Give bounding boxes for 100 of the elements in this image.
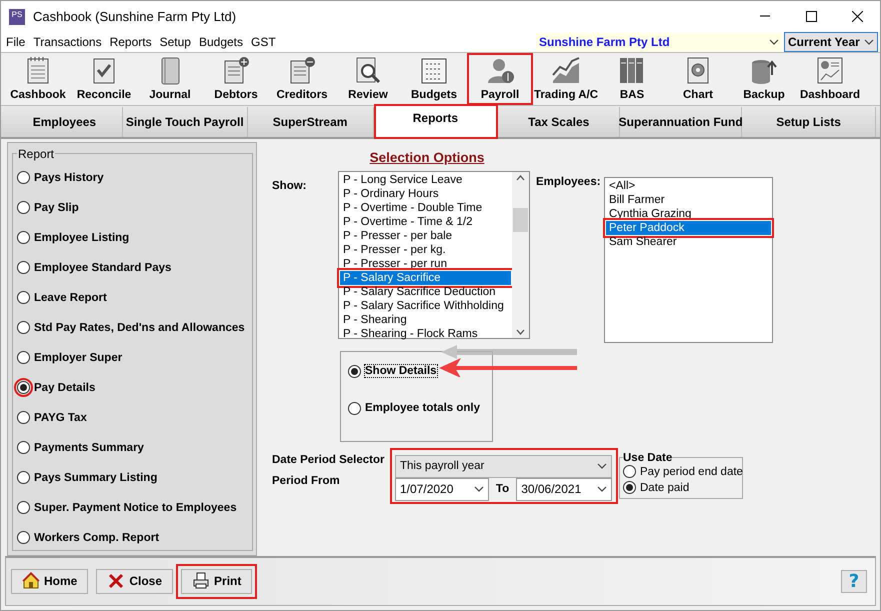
toolbar-button[interactable]: Trading A/C	[533, 53, 599, 106]
radio-label[interactable]: Super. Payment Notice to Employees	[34, 502, 237, 514]
toolbar-button[interactable]: Home	[11, 568, 88, 594]
printer-icon	[192, 572, 210, 590]
menu-item[interactable]: Reports	[104, 35, 155, 49]
toolbar-button[interactable]: Chart	[665, 53, 731, 106]
radio-label[interactable]: Workers Comp. Report	[34, 532, 160, 544]
menu-item[interactable]: GST	[246, 35, 279, 49]
dropdown-caret-icon	[769, 39, 779, 45]
toolbar-button[interactable]: Creditors	[269, 53, 335, 106]
radio-button[interactable]	[17, 441, 30, 454]
year-dropdown[interactable]: Current Year	[784, 32, 878, 52]
tab[interactable]: Tax Scales	[498, 106, 620, 137]
radio-label[interactable]: Employee Standard Pays	[34, 262, 172, 274]
radio-label[interactable]: PAYG Tax	[34, 412, 87, 424]
list-item[interactable]: P - Salary Sacrifice Deduction	[340, 284, 511, 299]
list-item[interactable]: P - Overtime - Double Time	[340, 200, 511, 215]
scroll-down-icon	[516, 328, 525, 335]
radio-label[interactable]: Show Details	[365, 365, 437, 378]
list-item[interactable]: Sam Shearer	[606, 234, 771, 249]
menu-item[interactable]: Setup	[154, 35, 194, 49]
toolbar-button[interactable]: Dashboard	[797, 53, 863, 106]
radio-label[interactable]: Employer Super	[34, 352, 122, 364]
field-label: Employees:	[536, 176, 602, 190]
list-box[interactable]: <All> Bill Farmer Cynthia Grazing Peter Paddock Sam Shearer	[604, 176, 773, 343]
list-item[interactable]: P - Salary Sacrifice	[340, 270, 511, 285]
list-item[interactable]: P - Ordinary Hours	[340, 186, 511, 201]
radio-button[interactable]	[17, 261, 30, 274]
maximize-icon	[806, 11, 816, 22]
toolbar-button[interactable]: Review	[335, 53, 401, 106]
radio-label[interactable]: Pays History	[34, 172, 104, 184]
list-item[interactable]: <All>	[606, 178, 771, 193]
radio-button[interactable]	[17, 291, 30, 304]
radio-button[interactable]	[17, 231, 30, 244]
period-dropdown[interactable]: This payroll year	[395, 454, 612, 478]
date-field[interactable]: 30/06/2021	[516, 478, 612, 501]
toolbar-button[interactable]: Reconcile	[71, 53, 137, 106]
radio-label[interactable]: Pay period end date	[640, 466, 743, 478]
toolbar-button[interactable]: BAS	[599, 53, 665, 106]
company-dropdown[interactable]: Sunshine Farm Pty Ltd	[536, 32, 782, 52]
radio-button[interactable]	[348, 364, 361, 378]
list-item[interactable]: P - Shearing - Flock Rams	[340, 326, 511, 341]
radio-label[interactable]: Leave Report	[34, 292, 107, 304]
radio-label[interactable]: Employee Listing	[34, 232, 130, 244]
toolbar-button[interactable]: Backup	[731, 53, 797, 106]
list-item[interactable]: P - Presser - per bale	[340, 228, 511, 243]
app-icon: PS	[9, 8, 25, 24]
field-label: Show:	[272, 180, 308, 194]
toolbar-button[interactable]: Close	[96, 568, 174, 594]
tab[interactable]: Superannuation Fund	[620, 106, 742, 137]
radio-button[interactable]	[17, 531, 30, 544]
field-label: To	[494, 483, 510, 496]
radio-label[interactable]: Pay Details	[34, 382, 96, 394]
radio-label[interactable]: Pays Summary Listing	[34, 472, 158, 484]
toolbar-button[interactable]: Budgets	[401, 53, 467, 106]
radio-button[interactable]	[17, 321, 30, 334]
radio-button[interactable]	[17, 201, 30, 214]
radio-label[interactable]: Pay Slip	[34, 202, 79, 214]
scrollbar-thumb[interactable]	[513, 208, 528, 232]
radio-label[interactable]: Date paid	[640, 482, 690, 494]
radio-button[interactable]	[17, 351, 30, 364]
radio-button[interactable]	[348, 402, 361, 415]
dropdown-caret-icon	[597, 486, 608, 492]
scroll-up-icon	[516, 174, 525, 181]
radio-button[interactable]	[17, 501, 30, 514]
dropdown-caret-icon	[474, 486, 484, 492]
radio-label[interactable]: Payments Summary	[34, 442, 144, 454]
list-item[interactable]: Cynthia Grazing	[606, 206, 771, 221]
group-title: Use Date	[623, 452, 672, 464]
radio-label[interactable]: Std Pay Rates, Ded'ns and Allowances	[34, 322, 245, 334]
tab[interactable]: Employees	[7, 106, 123, 137]
radio-button[interactable]	[17, 381, 30, 394]
menu-item[interactable]: Transactions	[28, 35, 105, 49]
toolbar-button[interactable]: Payroll	[467, 53, 533, 106]
list-item[interactable]: P - Long Service Leave	[340, 172, 511, 187]
list-box[interactable]	[338, 170, 530, 339]
tab[interactable]: Setup Lists	[742, 106, 876, 137]
list-item[interactable]: Peter Paddock	[606, 220, 771, 235]
scrollbar[interactable]	[512, 172, 529, 338]
list-item[interactable]: P - Overtime - Time & 1/2	[340, 214, 511, 229]
toolbar-button[interactable]: Cashbook	[5, 53, 71, 106]
toolbar-button[interactable]: Debtors	[203, 53, 269, 106]
tab[interactable]: Single Touch Payroll	[122, 106, 248, 137]
toolbar-button[interactable]: Print	[181, 568, 252, 594]
radio-button[interactable]	[17, 411, 30, 424]
list-item[interactable]: P - Presser - per kg.	[340, 242, 511, 257]
radio-button[interactable]	[623, 465, 636, 478]
list-item[interactable]: P - Salary Sacrifice Withholding	[340, 298, 511, 313]
tab[interactable]: Reports	[374, 104, 498, 139]
radio-button[interactable]	[17, 171, 30, 184]
radio-button[interactable]	[623, 481, 636, 494]
toolbar-button[interactable]: Journal	[137, 53, 203, 106]
radio-label[interactable]: Employee totals only	[365, 402, 480, 414]
radio-button[interactable]	[17, 471, 30, 484]
list-item[interactable]: P - Shearing	[340, 312, 511, 327]
menu-item[interactable]: File	[1, 35, 28, 49]
date-field[interactable]: 1/07/2020	[395, 478, 489, 501]
list-item[interactable]: Bill Farmer	[606, 192, 771, 207]
menu-item[interactable]: Budgets	[194, 35, 246, 49]
list-item[interactable]: P - Presser - per run	[340, 256, 511, 271]
